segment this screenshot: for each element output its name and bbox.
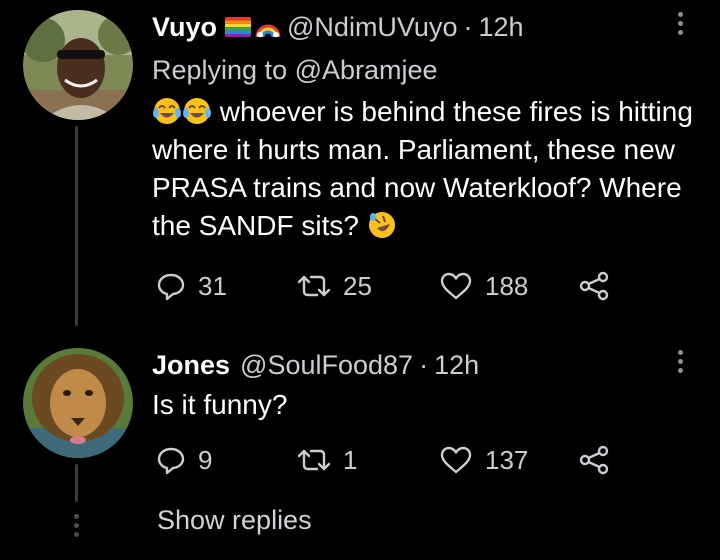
reply-count: 9 xyxy=(198,444,213,475)
tweet-text: Is it funny? xyxy=(152,386,697,424)
reply-icon xyxy=(157,447,185,475)
user-handle[interactable]: @NdimUVuyo xyxy=(287,12,457,43)
thread-line xyxy=(75,464,78,502)
share-icon xyxy=(579,271,609,301)
rainbow-flag-icon xyxy=(225,17,252,37)
timestamp[interactable]: 12h xyxy=(478,12,523,43)
avatar-jones[interactable] xyxy=(23,348,133,458)
tweet-header: Vuyo @NdimUVuyo · 12h xyxy=(152,10,524,44)
retweet-count: 1 xyxy=(343,444,358,475)
thread-line xyxy=(75,126,78,326)
like-count: 137 xyxy=(485,444,529,475)
timestamp[interactable]: 12h xyxy=(434,350,479,381)
like-button[interactable]: 188 xyxy=(439,270,528,302)
tweet-actions: 9 1 137 xyxy=(156,444,616,476)
retweet-button[interactable]: 25 xyxy=(297,270,372,302)
rainbow-icon xyxy=(255,17,281,37)
tweet-body: Is it funny? xyxy=(152,389,288,420)
more-options-icon[interactable] xyxy=(672,350,688,373)
separator-dot: · xyxy=(419,349,429,380)
like-count: 188 xyxy=(485,270,529,301)
separator-dot: · xyxy=(463,11,473,42)
retweet-icon xyxy=(297,449,331,471)
heart-icon xyxy=(440,446,472,474)
show-replies-link[interactable]: Show replies xyxy=(157,505,312,536)
replying-to-label: Replying to xyxy=(152,55,288,85)
display-name[interactable]: Jones xyxy=(152,350,230,381)
reply-icon xyxy=(157,273,185,301)
rolling-on-floor-laughing-emoji xyxy=(367,210,397,240)
more-options-icon[interactable] xyxy=(672,12,688,35)
tweet-actions: 31 25 188 xyxy=(156,270,616,302)
tweet-jones[interactable]: Jones @SoulFood87 · 12h Is it funny? 9 1… xyxy=(0,330,720,560)
share-button[interactable] xyxy=(578,444,610,476)
tweet-header: Jones @SoulFood87 · 12h xyxy=(152,348,479,382)
retweet-button[interactable]: 1 xyxy=(297,444,357,476)
share-button[interactable] xyxy=(578,270,610,302)
tweet-text: whoever is behind these fires is hitting… xyxy=(152,93,697,245)
tweet-vuyo[interactable]: Vuyo @NdimUVuyo · 12h Replying to @Abram… xyxy=(0,0,720,330)
reply-button[interactable]: 9 xyxy=(156,444,212,476)
avatar-vuyo[interactable] xyxy=(23,10,133,120)
replying-to-mention[interactable]: @Abramjee xyxy=(295,55,438,85)
user-handle[interactable]: @SoulFood87 xyxy=(240,350,413,381)
display-name[interactable]: Vuyo xyxy=(152,12,217,43)
replying-to: Replying to @Abramjee xyxy=(152,55,438,86)
heart-icon xyxy=(440,272,472,300)
like-button[interactable]: 137 xyxy=(439,444,528,476)
retweet-icon xyxy=(297,275,331,297)
retweet-count: 25 xyxy=(343,270,372,301)
tweet-body: whoever is behind these fires is hitting… xyxy=(152,96,693,241)
thread-continuation-dots xyxy=(74,514,79,537)
face-with-tears-of-joy-emoji xyxy=(182,96,212,126)
reply-button[interactable]: 31 xyxy=(156,270,227,302)
share-icon xyxy=(579,445,609,475)
reply-count: 31 xyxy=(198,270,227,301)
face-with-tears-of-joy-emoji xyxy=(152,96,182,126)
